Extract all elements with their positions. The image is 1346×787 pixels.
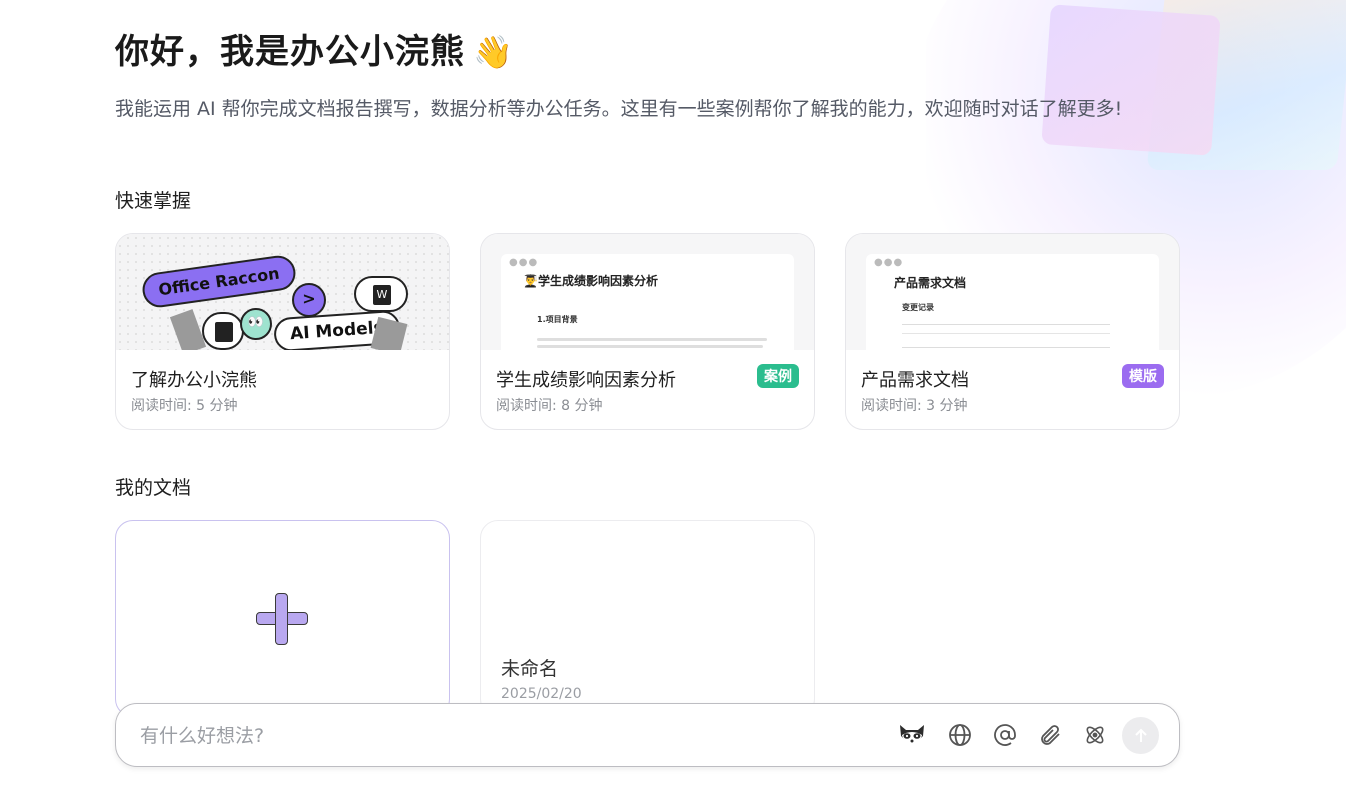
preview-heading: 👨‍🎓学生成绩影响因素分析 — [523, 274, 658, 288]
pdf-file-icon — [202, 312, 244, 350]
chat-input[interactable] — [140, 720, 840, 752]
chat-input-bar — [115, 703, 1180, 767]
preview-heading: 产品需求文档 — [894, 276, 967, 290]
intro-text: 我能运用 AI 帮你完成文档报告撰写，数据分析等办公任务。这里有一些案例帮你了解… — [115, 98, 1123, 120]
card-read-time: 阅读时间: 5 分钟 — [131, 398, 238, 414]
case-badge: 案例 — [757, 364, 799, 388]
quick-card-prd[interactable]: ●●● 产品需求文档 变更记录 产品需求文档 模版 阅读时间: 3 分钟 — [845, 233, 1180, 430]
arrow-icon: > — [292, 283, 326, 317]
card-thumbnail: Office Raccon > W 👀 AI Models — [116, 234, 449, 350]
eyes-icon: 👀 — [240, 308, 272, 340]
card-thumbnail: ●●● 产品需求文档 变更记录 — [846, 234, 1179, 350]
card-title: 产品需求文档 — [861, 370, 969, 391]
at-icon[interactable] — [990, 720, 1020, 750]
quick-card-student-analysis[interactable]: ●●● 👨‍🎓学生成绩影响因素分析 1.项目背景 学生成绩影响因素分析 案例 阅… — [480, 233, 815, 430]
preview-subheading: 1.项目背景 — [537, 315, 578, 324]
preview-table — [902, 324, 1110, 348]
card-read-time: 阅读时间: 3 分钟 — [861, 398, 968, 414]
document-card[interactable]: 未命名 2025/02/20 — [480, 520, 815, 717]
globe-icon[interactable] — [945, 720, 975, 750]
word-file-icon: W — [354, 276, 408, 312]
paperclip-icon[interactable] — [1035, 720, 1065, 750]
send-button[interactable] — [1122, 717, 1159, 754]
raccoon-icon[interactable] — [897, 720, 927, 750]
quick-card-about[interactable]: Office Raccon > W 👀 AI Models 了解办公小浣熊 阅读… — [115, 233, 450, 430]
arrow-up-icon — [1134, 728, 1147, 742]
art-label-office: Office Raccon — [140, 253, 298, 310]
quick-start-title: 快速掌握 — [115, 190, 192, 212]
template-badge: 模版 — [1122, 364, 1164, 388]
card-title: 了解办公小浣熊 — [131, 370, 257, 391]
document-title: 未命名 — [501, 658, 559, 680]
new-document-button[interactable] — [115, 520, 450, 717]
arm-left — [169, 309, 207, 350]
document-date: 2025/02/20 — [501, 686, 582, 702]
my-docs-title: 我的文档 — [115, 477, 192, 499]
greeting-title: 你好，我是办公小浣熊 👋 — [115, 32, 514, 72]
card-title: 学生成绩影响因素分析 — [496, 370, 676, 391]
window-dots-icon: ●●● — [874, 257, 904, 268]
atom-icon[interactable] — [1080, 720, 1110, 750]
card-read-time: 阅读时间: 8 分钟 — [496, 398, 603, 414]
window-dots-icon: ●●● — [509, 257, 539, 268]
waving-hand-icon: 👋 — [473, 33, 514, 71]
arm-right — [370, 316, 408, 350]
preview-subheading: 变更记录 — [902, 303, 934, 312]
card-thumbnail: ●●● 👨‍🎓学生成绩影响因素分析 1.项目背景 — [481, 234, 814, 350]
plus-icon — [256, 593, 308, 645]
